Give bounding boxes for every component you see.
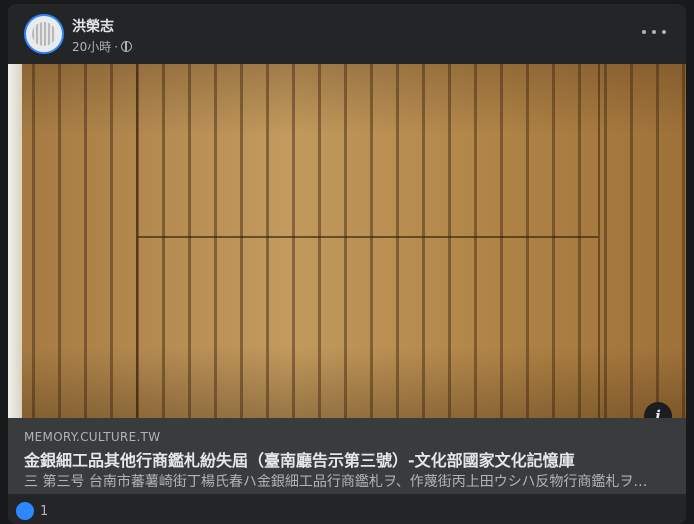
post-meta: 20小時 · <box>72 38 133 55</box>
link-domain: MEMORY.CULTURE.TW <box>24 430 161 444</box>
meta-separator: · <box>114 39 119 54</box>
link-preview-text[interactable]: MEMORY.CULTURE.TW 金銀細工品其他行商鑑札紛失屆（臺南廳告示第三… <box>8 418 686 494</box>
author-name[interactable]: 洪榮志 <box>72 16 114 36</box>
more-dot-icon <box>662 30 666 34</box>
avatar[interactable] <box>24 14 64 54</box>
document-rule <box>136 64 138 418</box>
link-title[interactable]: 金銀細工品其他行商鑑札紛失屆（臺南廳告示第三號）-文化部國家文化記憶庫 <box>24 447 674 471</box>
document-scan <box>18 64 686 418</box>
link-description: 三 第三号 台南市蕃薯崎街丁楊氏春ハ金銀細工品行商鑑札ヲ、作蔑街丙上田ウシハ反物… <box>24 474 654 490</box>
more-dot-icon <box>642 30 646 34</box>
like-icon <box>16 502 34 520</box>
link-preview-image[interactable]: i <box>8 64 686 418</box>
more-dot-icon <box>652 30 656 34</box>
document-rule <box>138 236 598 238</box>
globe-icon[interactable] <box>121 41 133 52</box>
avatar-image <box>32 22 56 46</box>
document-rule <box>598 64 600 418</box>
post-time[interactable]: 20小時 <box>72 38 111 55</box>
reaction-count[interactable]: 1 <box>40 504 48 519</box>
reaction-summary[interactable]: 1 <box>16 502 48 520</box>
post-card: 洪榮志 20小時 · i MEMORY.CULTURE.TW 金銀細工品其他行商… <box>8 4 686 524</box>
document-edge <box>8 64 22 418</box>
more-options-button[interactable] <box>642 22 666 42</box>
post-header: 洪榮志 20小時 · <box>8 4 686 64</box>
